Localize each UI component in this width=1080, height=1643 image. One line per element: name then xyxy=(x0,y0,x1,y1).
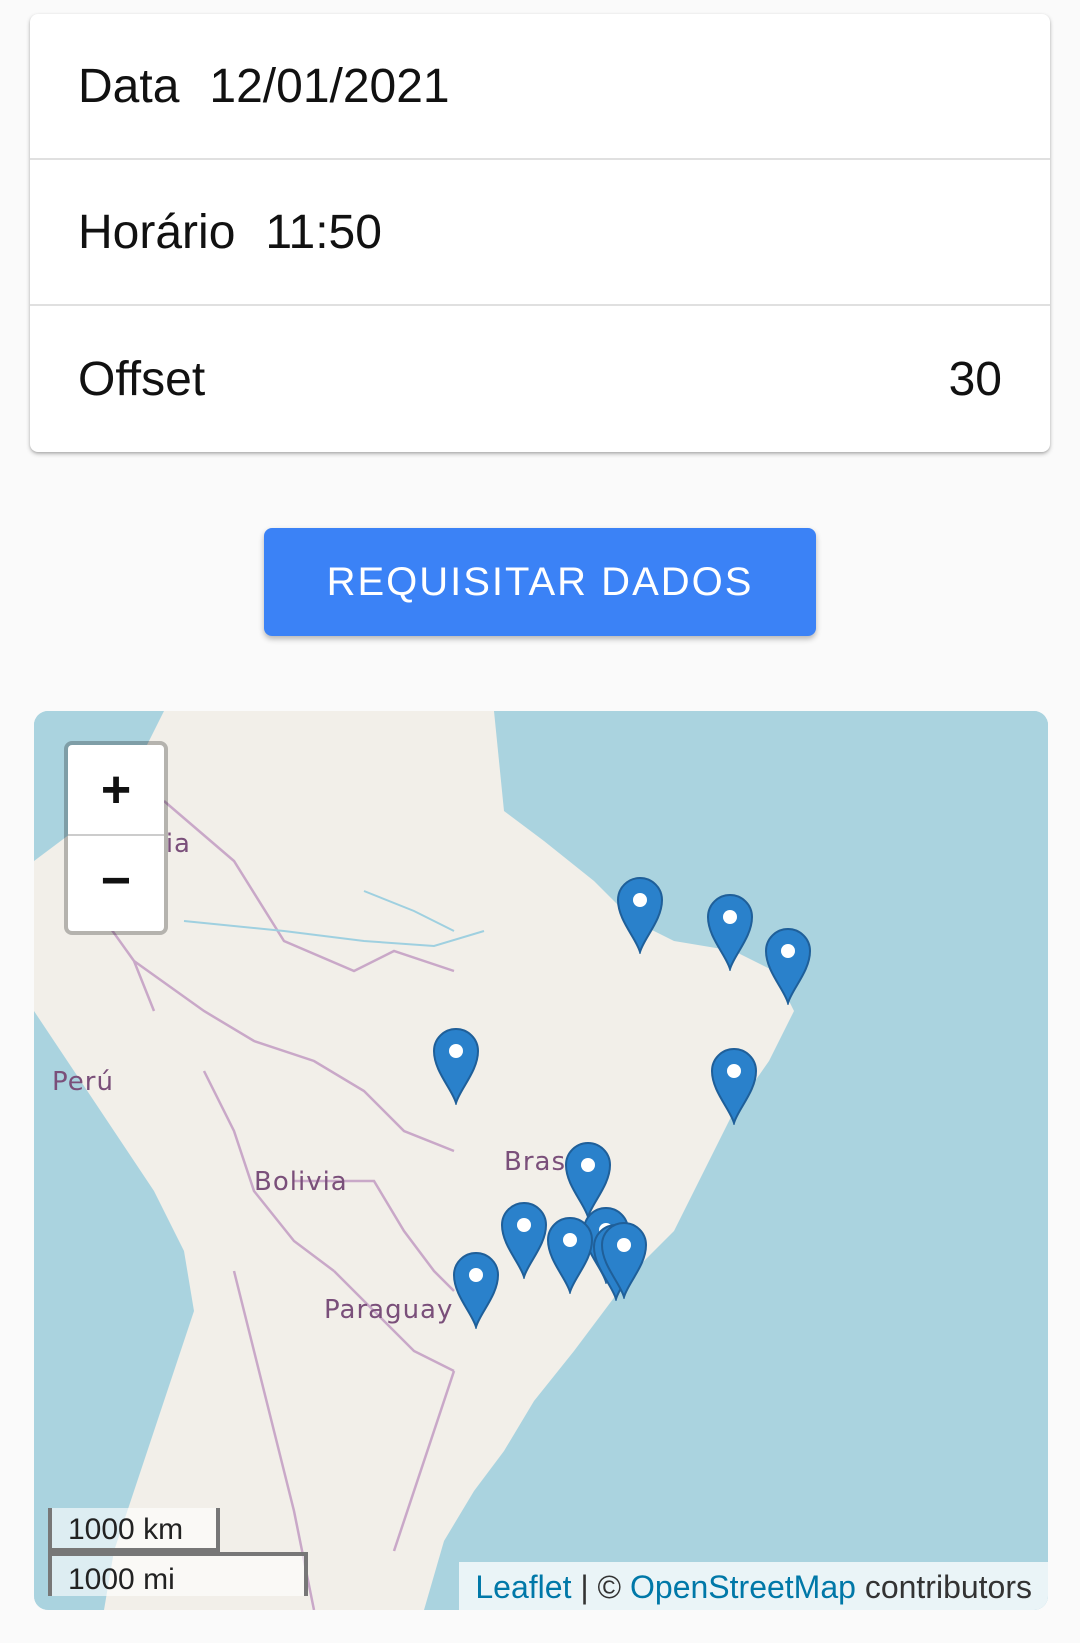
zoom-in-button[interactable]: + xyxy=(68,745,164,836)
map-marker-icon[interactable] xyxy=(600,1221,648,1304)
map-marker-icon[interactable] xyxy=(546,1216,594,1299)
form-card: Data 12/01/2021 Horário 11:50 Offset 30 xyxy=(30,14,1050,452)
map-marker-icon[interactable] xyxy=(706,893,754,976)
map-marker-icon[interactable] xyxy=(616,876,664,959)
offset-label: Offset xyxy=(78,352,206,406)
date-label: Data xyxy=(78,59,180,113)
map-view[interactable]: mbia Perú Bolivia Bras Paraguay xyxy=(34,711,1048,1610)
date-value[interactable]: 12/01/2021 xyxy=(209,59,449,114)
offset-row[interactable]: Offset 30 xyxy=(30,306,1050,452)
zoom-out-button[interactable]: − xyxy=(68,836,164,925)
time-label: Horário xyxy=(78,205,236,259)
map-marker-icon[interactable] xyxy=(764,927,812,1010)
scale-km: 1000 km xyxy=(48,1508,220,1552)
map-marker-icon[interactable] xyxy=(432,1027,480,1110)
attribution-separator: | © xyxy=(571,1569,631,1605)
map-marker-icon[interactable] xyxy=(500,1201,548,1284)
request-data-button[interactable]: REQUISITAR DADOS xyxy=(264,528,816,636)
offset-value[interactable]: 30 xyxy=(949,352,1002,407)
osm-link[interactable]: OpenStreetMap xyxy=(630,1569,856,1605)
map-label-peru: Perú xyxy=(52,1067,114,1097)
date-row[interactable]: Data 12/01/2021 xyxy=(30,14,1050,160)
map-label-paraguay: Paraguay xyxy=(324,1295,454,1325)
leaflet-link[interactable]: Leaflet xyxy=(475,1569,571,1605)
map-marker-icon[interactable] xyxy=(452,1251,500,1334)
zoom-control: + − xyxy=(64,741,168,935)
scale-control: 1000 km 1000 mi xyxy=(48,1508,308,1596)
map-label-brasil: Bras xyxy=(504,1147,567,1177)
time-value[interactable]: 11:50 xyxy=(265,205,382,260)
map-label-bolivia: Bolivia xyxy=(254,1167,348,1197)
scale-mi: 1000 mi xyxy=(48,1552,308,1596)
attribution-suffix: contributors xyxy=(855,1569,1032,1605)
time-row[interactable]: Horário 11:50 xyxy=(30,160,1050,306)
map-marker-icon[interactable] xyxy=(710,1047,758,1130)
map-attribution: Leaflet | © OpenStreetMap contributors xyxy=(459,1562,1048,1610)
